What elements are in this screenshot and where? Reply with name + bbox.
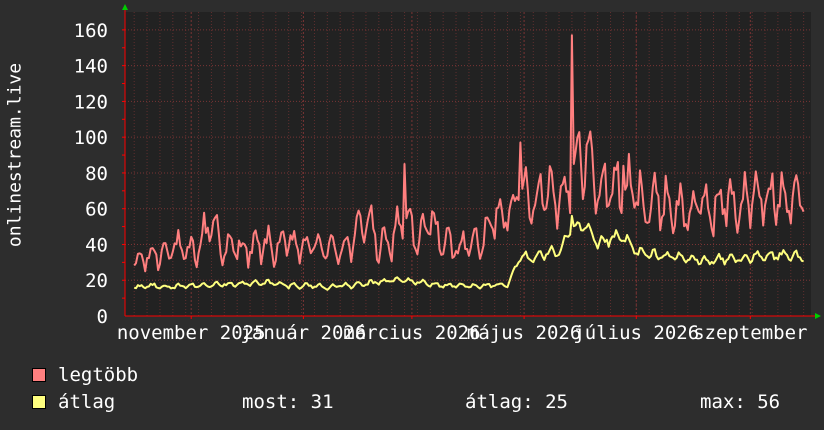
y-axis-arrow-icon [122, 4, 128, 10]
x-tick-label: szeptember [693, 322, 807, 344]
y-tick-label: 60 [85, 199, 108, 221]
y-tick-label: 20 [85, 270, 108, 292]
y-tick-label: 120 [74, 91, 108, 113]
legend-label-max: legtöbb [58, 364, 139, 386]
y-axis-label-text: onlinestream.live [4, 62, 26, 248]
y-tick-label: 140 [74, 56, 108, 78]
x-tick-label: március 2026 [343, 322, 480, 344]
y-tick-label: 80 [85, 163, 108, 185]
legend-label-avg: átlag [58, 391, 116, 413]
x-axis-arrow-icon [815, 313, 821, 319]
legend-item-avg: átlag [32, 391, 115, 413]
legend-item-max: legtöbb [32, 364, 138, 386]
legend-swatch-max [32, 368, 46, 382]
legend-swatch-avg [32, 395, 46, 409]
y-tick-label: 40 [85, 234, 108, 256]
stat-max: max: 56 [700, 391, 781, 413]
plot-area [125, 12, 811, 316]
stat-now: most: 31 [242, 391, 334, 413]
y-tick-label: 0 [97, 306, 108, 328]
y-tick-label: 100 [74, 127, 108, 149]
y-axis-label: onlinestream.live [4, 35, 26, 275]
x-tick-label: május 2026 [467, 322, 581, 344]
y-tick-label: 160 [74, 20, 108, 42]
x-tick-labels: november 2025január 2026március 2026máju… [117, 322, 808, 344]
y-tick-labels: 0 20 40 60 80 100 120 140 160 [74, 20, 108, 328]
x-tick-label: július 2026 [573, 322, 699, 344]
stat-avg: átlag: 25 [465, 391, 568, 413]
